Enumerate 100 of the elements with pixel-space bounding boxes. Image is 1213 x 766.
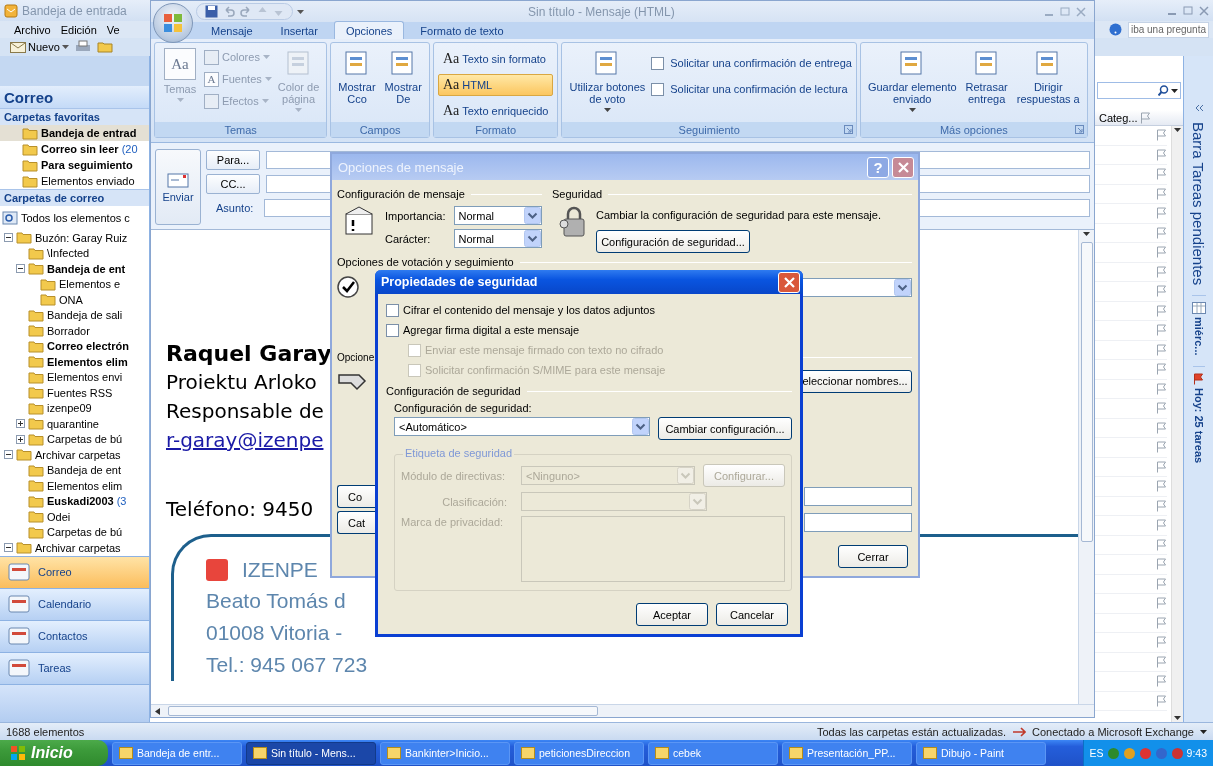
maximize-icon[interactable] — [1183, 5, 1193, 16]
checkbox[interactable] — [386, 323, 399, 337]
menu-item[interactable]: Archivo — [14, 23, 51, 36]
folder-label[interactable]: Elementos elim — [47, 355, 128, 368]
nav-button[interactable]: Contactos — [0, 619, 149, 652]
folder-label[interactable]: Buzón: Garay Ruiz — [35, 231, 128, 244]
left-arrow-icon[interactable] — [155, 707, 160, 715]
collapse-icon[interactable] — [4, 450, 13, 460]
new-button[interactable]: Nuevo — [10, 40, 69, 54]
tray-icon[interactable] — [1138, 746, 1152, 760]
text-field[interactable] — [804, 513, 912, 532]
format-option[interactable]: Aa Texto sin formato — [437, 48, 554, 70]
checkbox-label[interactable]: Solicitar una confirmación de entrega — [670, 57, 852, 69]
favorite-item[interactable]: Bandeja de entrad — [0, 125, 149, 141]
cc-button[interactable]: CC... — [206, 174, 260, 194]
checkbox-label[interactable]: Agregar firma digital a este mensaje — [403, 324, 580, 336]
undo-icon[interactable] — [223, 5, 235, 18]
ribbon-button[interactable]: Mostrar Cco — [335, 46, 379, 107]
redo-icon[interactable] — [240, 5, 252, 18]
menu-item[interactable]: Ve — [106, 23, 120, 36]
folder-label[interactable]: Bandeja de sali — [47, 309, 123, 322]
checkbox[interactable] — [651, 82, 665, 96]
ribbon-button[interactable]: Utilizar botones de voto — [566, 46, 649, 114]
tray-icon[interactable] — [1154, 746, 1168, 760]
to-button[interactable]: Para... — [206, 150, 260, 170]
folder-label[interactable]: Elementos elim — [47, 479, 123, 492]
ribbon-tab[interactable]: Insertar — [268, 21, 330, 39]
collapse-icon[interactable] — [4, 543, 13, 553]
taskbar-button[interactable]: Sin título - Mens... — [246, 741, 376, 765]
collapse-icon[interactable] — [4, 233, 13, 243]
taskbar-button[interactable]: Bankinter>Inicio... — [380, 741, 510, 765]
change-settings-button[interactable]: Cambiar configuración... — [658, 417, 792, 440]
folder-label[interactable]: Borrador — [47, 324, 90, 337]
cut-button[interactable]: Co — [337, 485, 378, 508]
start-button[interactable]: Inicio — [0, 740, 108, 766]
tray-icon[interactable] — [1122, 746, 1136, 760]
folder-label[interactable]: Archivar carpetas — [35, 541, 121, 554]
save-icon[interactable] — [205, 5, 218, 18]
expand-icon[interactable] — [16, 434, 25, 444]
scrollbar-thumb[interactable] — [168, 706, 598, 716]
checkbox[interactable] — [651, 56, 665, 70]
chevron-icon[interactable] — [1193, 104, 1204, 112]
close-icon[interactable] — [1199, 5, 1209, 16]
taskbar-button[interactable]: Bandeja de entr... — [112, 741, 242, 765]
checkbox-label[interactable]: Cifrar el contenido del mensaje y los datos adjuntos — [403, 304, 655, 316]
help-icon[interactable] — [1108, 23, 1122, 36]
scrollbar-thumb[interactable] — [1080, 242, 1093, 542]
folder-label[interactable]: Carpetas de bú — [47, 433, 123, 446]
favorite-item[interactable]: Para seguimiento — [0, 157, 149, 173]
nav-button[interactable]: Correo — [0, 555, 149, 588]
taskbar-button[interactable]: Dibujo - Paint — [916, 741, 1046, 765]
menu-item[interactable]: Edición — [60, 23, 97, 36]
close-icon[interactable] — [1076, 6, 1086, 17]
ribbon-button[interactable]: Guardar elemento enviado — [864, 46, 960, 114]
folder-label[interactable]: Carpetas de bú — [47, 526, 123, 539]
folder-label[interactable]: \Infected — [47, 247, 90, 260]
checkbox[interactable] — [386, 303, 399, 317]
ribbon-button[interactable]: Mostrar De — [381, 46, 425, 107]
maximize-icon[interactable] — [1060, 6, 1070, 17]
folder-label[interactable]: izenpe09 — [47, 402, 92, 415]
text-field[interactable] — [804, 487, 912, 506]
close-button[interactable] — [778, 271, 800, 293]
folder-label[interactable]: Elementos e — [59, 278, 121, 291]
cancel-button[interactable]: Cancelar — [716, 603, 788, 626]
ribbon-button[interactable]: Retrasar entrega — [962, 46, 1011, 107]
taskbar-button[interactable]: peticionesDireccion — [514, 741, 644, 765]
folder-label[interactable]: ONA — [59, 293, 83, 306]
security-settings-select[interactable]: <Automático> — [394, 417, 650, 436]
sensitivity-select[interactable]: Normal — [453, 229, 542, 248]
taskbar-button[interactable]: Presentación_PP... — [782, 741, 912, 765]
security-settings-button[interactable]: Configuración de seguridad... — [596, 230, 750, 253]
favorite-item[interactable]: Elementos enviado — [0, 173, 149, 189]
question-field[interactable]: iba una pregunta — [1127, 21, 1209, 38]
folder-label[interactable]: Archivar carpetas — [35, 448, 121, 461]
folder-label[interactable]: Fuentes RSS — [47, 386, 113, 399]
close-dialog-button[interactable]: Cerrar — [838, 545, 908, 568]
ribbon-tab[interactable]: Formato de texto — [408, 21, 516, 39]
ribbon-tab[interactable]: Opciones — [333, 21, 405, 39]
folder-label[interactable]: Todos los elementos c — [21, 212, 130, 224]
favorite-item[interactable]: Correo sin leer (20 — [0, 141, 149, 157]
collapse-icon[interactable] — [16, 264, 25, 274]
printer-icon[interactable] — [74, 40, 91, 54]
checkbox-label[interactable]: Solicitar una confirmación de lectura — [670, 83, 848, 95]
nav-button[interactable]: Tareas — [0, 651, 149, 684]
ribbon-tab[interactable]: Mensaje — [199, 21, 265, 39]
folder-label[interactable]: Bandeja de ent — [47, 262, 126, 275]
expand-icon[interactable] — [16, 419, 25, 429]
launcher-icon[interactable] — [843, 125, 853, 134]
importance-select[interactable]: Normal — [453, 206, 542, 225]
email-link[interactable]: r-garay@izenpe — [166, 426, 324, 455]
search-field[interactable] — [1097, 82, 1181, 99]
folder-label[interactable]: quarantine — [47, 417, 99, 430]
folder-label[interactable]: Elementos envi — [47, 371, 123, 384]
tray-icon[interactable] — [1170, 746, 1184, 760]
folder-label[interactable]: Correo electrón — [47, 340, 129, 353]
format-option[interactable]: Aa Texto enriquecido — [437, 100, 554, 122]
taskbar-button[interactable]: cebek — [648, 741, 778, 765]
folder-icon[interactable] — [96, 40, 113, 54]
format-option[interactable]: Aa HTML — [437, 74, 554, 96]
folder-label[interactable]: Odei — [47, 510, 71, 523]
